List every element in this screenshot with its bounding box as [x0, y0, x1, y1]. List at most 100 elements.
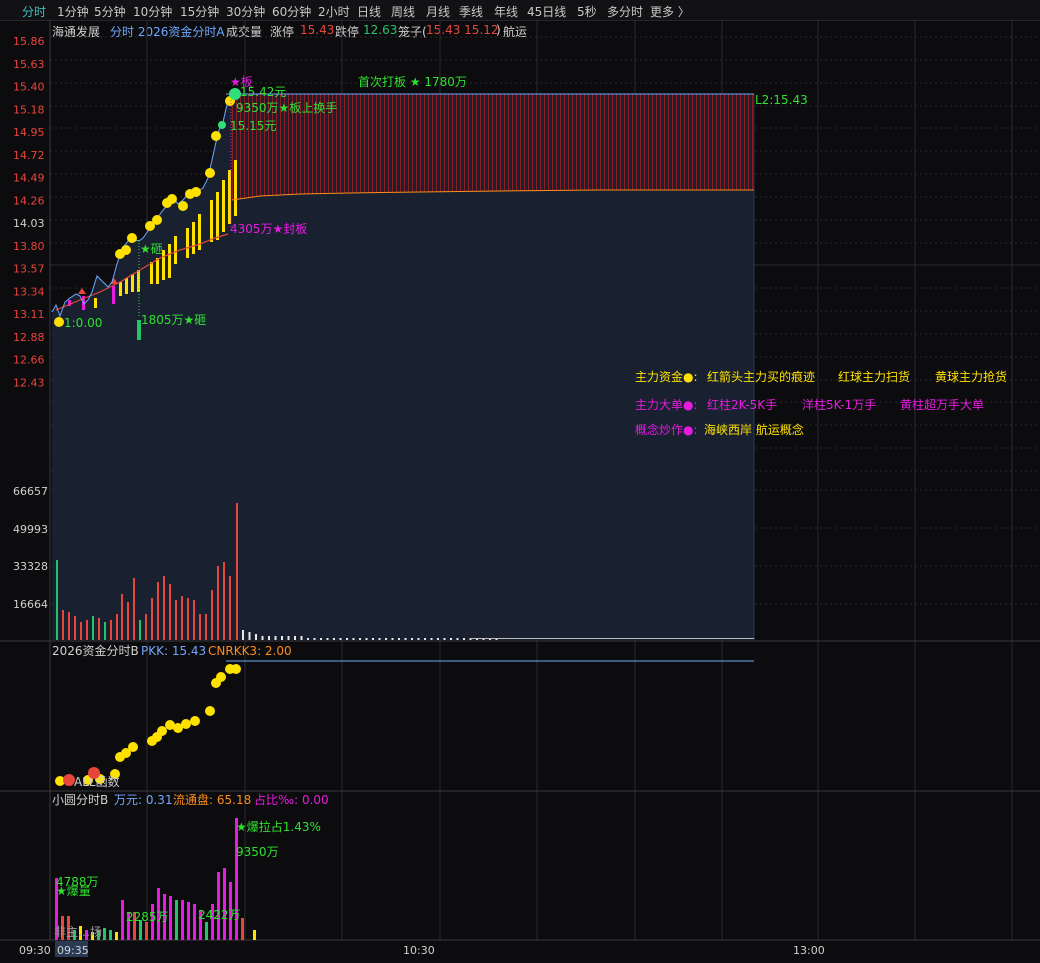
panel2-ball-8: [165, 720, 175, 730]
panel3-ratio: 占比‰: 0.00: [254, 792, 329, 807]
panel3-baoliang: ★爆量: [56, 884, 91, 898]
panel3-bar-23: [193, 904, 196, 940]
volume-tick-3: 16664: [13, 598, 48, 611]
strength-bar-4: [119, 282, 122, 296]
price-tick-4: 14.95: [13, 126, 45, 139]
volume-bar-2: [68, 612, 70, 640]
panel3-bar-9: [109, 930, 112, 940]
price-tick-15: 12.43: [13, 376, 45, 389]
volume-bar-4: [80, 622, 82, 640]
volume-tick-bar-27: [417, 638, 420, 640]
yellow-ball-5: [152, 215, 162, 225]
panel3-bar-31: [241, 918, 244, 940]
price-tick-14: 12.66: [13, 354, 45, 367]
volume-bar-6: [92, 616, 94, 640]
panel2-ball-5: [190, 716, 200, 726]
panel3-2422: 2422万: [198, 908, 241, 922]
volume-bar-20: [175, 600, 177, 640]
price-tick-2: 15.40: [13, 81, 45, 94]
volume-tick-bar-8: [294, 636, 296, 640]
volume-bar-23: [193, 600, 195, 640]
ya2-annotation: 1805万★砸: [141, 313, 206, 327]
panel2-ball-4: [205, 706, 215, 716]
panel3-name[interactable]: 小圆分时B: [52, 793, 108, 807]
panel3-bar-19: [169, 896, 172, 940]
volume-tick-bar-6: [281, 636, 283, 640]
strength-bar-20: [234, 160, 237, 216]
volume-tick-bar-28: [424, 638, 426, 640]
volume-tick-bar-13: [326, 638, 329, 640]
volume-bar-9: [110, 620, 112, 640]
volume-bar-14: [139, 620, 141, 640]
volume-bar-10: [116, 614, 118, 640]
yellow-ball-0: [54, 317, 64, 327]
volume-bar-26: [211, 590, 213, 640]
price-15-42-annotation: 15.42元: [240, 85, 286, 99]
panel2-cnrkk: CNRKK3: 2.00: [208, 644, 292, 658]
panel3-bar-22: [187, 902, 190, 940]
strength-bar-11: [168, 244, 171, 278]
panel3-2285: 2285万: [126, 910, 169, 924]
strength-bar-5: [125, 278, 128, 294]
volume-tick-bar-12: [320, 638, 322, 640]
volume-bar-11: [121, 594, 123, 640]
volume-tick-bar-32: [450, 638, 452, 640]
yellow-ball-11: [205, 168, 215, 178]
legend-row2-item2: 洋柱5K-1万手: [802, 397, 876, 412]
volume-tick-bar-4: [268, 636, 270, 640]
strength-bar-18: [222, 180, 225, 232]
volume-tick-bar-0: [242, 630, 244, 640]
yellow-ball-8: [178, 201, 188, 211]
volume-bar-7: [98, 618, 100, 640]
yellow-ball-10: [191, 187, 201, 197]
panel3-bar-20: [175, 900, 178, 940]
panel3-bar-27: [217, 872, 220, 940]
legend-row2-item1: 红柱2K-5K手: [707, 397, 777, 412]
volume-tick-bar-16: [346, 638, 348, 640]
price-tick-8: 14.03: [13, 217, 45, 230]
price-tick-7: 14.26: [13, 194, 45, 207]
volume-bar-21: [181, 596, 183, 640]
strength-bar-9: [156, 258, 159, 284]
volume-tick-bar-3: [261, 636, 264, 640]
price-tick-10: 13.57: [13, 263, 45, 276]
strength-bar-17: [216, 192, 219, 240]
volume-tick-bar-34: [463, 638, 465, 640]
price-tick-1: 15.63: [13, 58, 45, 71]
volume-tick-bar-33: [456, 638, 459, 640]
volume-bar-22: [187, 598, 189, 640]
volume-bar-1: [62, 610, 64, 640]
strength-bar-6: [131, 274, 134, 292]
panel2-yellow-balls: [83, 664, 241, 785]
volume-bar-15: [145, 614, 147, 640]
strength-bar-16: [210, 200, 213, 242]
panel2-ball-11: [147, 736, 157, 746]
legend-row2-title: 主力大单●:: [635, 398, 698, 412]
volume-bar-30: [236, 503, 238, 640]
legend-row2-item3: 黄柱超万手大单: [900, 397, 984, 412]
ya1-annotation: ★砸: [140, 242, 163, 256]
price-tick-11: 13.34: [13, 285, 45, 298]
volume-tick-bar-29: [430, 638, 433, 640]
panel3-bar-32: [253, 930, 256, 940]
volume-bar-16: [151, 598, 153, 640]
panel3-wan: 万元: 0.31: [114, 793, 173, 807]
l2-annotation: L2:15.43: [755, 93, 808, 107]
panel3-bottom-text: 非主…场: [54, 925, 102, 939]
volume-bar-17: [157, 582, 159, 640]
panel3-9350: 9350万: [236, 845, 279, 859]
panel3-bar-11: [121, 900, 124, 940]
volume-tick-bar-19: [365, 638, 368, 640]
panel2-ball-3: [216, 672, 226, 682]
volume-tick-bar-5: [274, 636, 277, 640]
volume-tick-bar-18: [359, 638, 361, 640]
yellow-ball-2: [121, 245, 131, 255]
panel2-name[interactable]: 2026资金分时B: [52, 643, 139, 658]
volume-tick-bar-17: [352, 638, 355, 640]
first-board-annotation: 首次打板 ★ 1780万: [358, 75, 467, 89]
volume-bar-13: [133, 578, 135, 640]
volume-tick-bar-22: [385, 638, 387, 640]
start-annotation: 1:0.00: [64, 316, 102, 330]
strength-bar-13: [186, 228, 189, 258]
volume-bar-18: [163, 576, 165, 640]
